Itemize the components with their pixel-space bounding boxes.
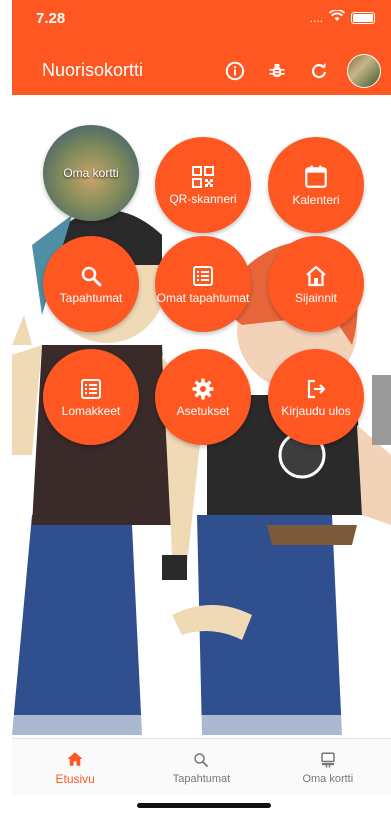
settings-button[interactable]: Asetukset — [155, 349, 251, 445]
locations-label: Sijainnit — [294, 290, 338, 305]
nav-card-label: Oma kortti — [302, 772, 354, 785]
home-outline-icon — [304, 264, 328, 288]
status-time: 7.28 — [36, 10, 66, 27]
info-icon[interactable] — [221, 57, 249, 85]
card-icon — [319, 750, 337, 770]
search-icon — [192, 750, 210, 770]
bug-icon[interactable] — [263, 57, 291, 85]
refresh-icon[interactable] — [305, 57, 333, 85]
logout-label: Kirjaudu ulos — [281, 403, 351, 418]
my-events-button[interactable]: Omat tapahtumat — [155, 236, 251, 332]
app-actions — [221, 54, 381, 88]
calendar-button[interactable]: Kalenteri — [268, 137, 364, 233]
form-list-icon — [79, 377, 103, 401]
status-indicators: .... — [309, 9, 375, 25]
profile-avatar[interactable] — [347, 54, 381, 88]
home-icon — [66, 749, 84, 769]
my-card-label: Oma kortti — [63, 165, 119, 180]
nav-events[interactable]: Tapahtumat — [138, 739, 264, 795]
list-icon — [191, 264, 215, 288]
bottom-navigation: Etusivu Tapahtumat Oma kortti — [12, 738, 391, 795]
home-indicator — [137, 803, 271, 808]
qr-scanner-button[interactable]: QR-skanneri — [155, 137, 251, 233]
nav-home-label: Etusivu — [55, 771, 95, 786]
events-label: Tapahtumat — [59, 290, 123, 305]
qr-scanner-label: QR-skanneri — [169, 191, 237, 206]
search-icon — [79, 264, 103, 288]
nav-events-label: Tapahtumat — [172, 772, 231, 785]
logout-button[interactable]: Kirjaudu ulos — [268, 349, 364, 445]
forms-label: Lomakkeet — [61, 403, 121, 418]
nav-home[interactable]: Etusivu — [12, 739, 138, 795]
calendar-label: Kalenteri — [292, 192, 340, 207]
forms-button[interactable]: Lomakkeet — [43, 349, 139, 445]
nav-card[interactable]: Oma kortti — [265, 739, 391, 795]
logout-icon — [304, 377, 328, 401]
app-title: Nuorisokortti — [42, 60, 144, 80]
calendar-icon — [303, 164, 329, 190]
settings-label: Asetukset — [176, 403, 230, 418]
battery-icon — [351, 11, 375, 24]
my-events-label: Omat tapahtumat — [156, 290, 250, 305]
gear-icon — [191, 377, 215, 401]
events-button[interactable]: Tapahtumat — [43, 236, 139, 332]
app-header: 7.28 .... Nuorisokortti — [12, 0, 391, 95]
qr-code-icon — [191, 165, 215, 189]
my-card-button[interactable]: Oma kortti — [43, 125, 139, 221]
locations-button[interactable]: Sijainnit — [268, 236, 364, 332]
app-screen: 7.28 .... Nuorisokortti Oma kortti QR-sk… — [0, 0, 391, 814]
wifi-icon — [328, 9, 346, 25]
signal-icon: .... — [309, 10, 323, 25]
